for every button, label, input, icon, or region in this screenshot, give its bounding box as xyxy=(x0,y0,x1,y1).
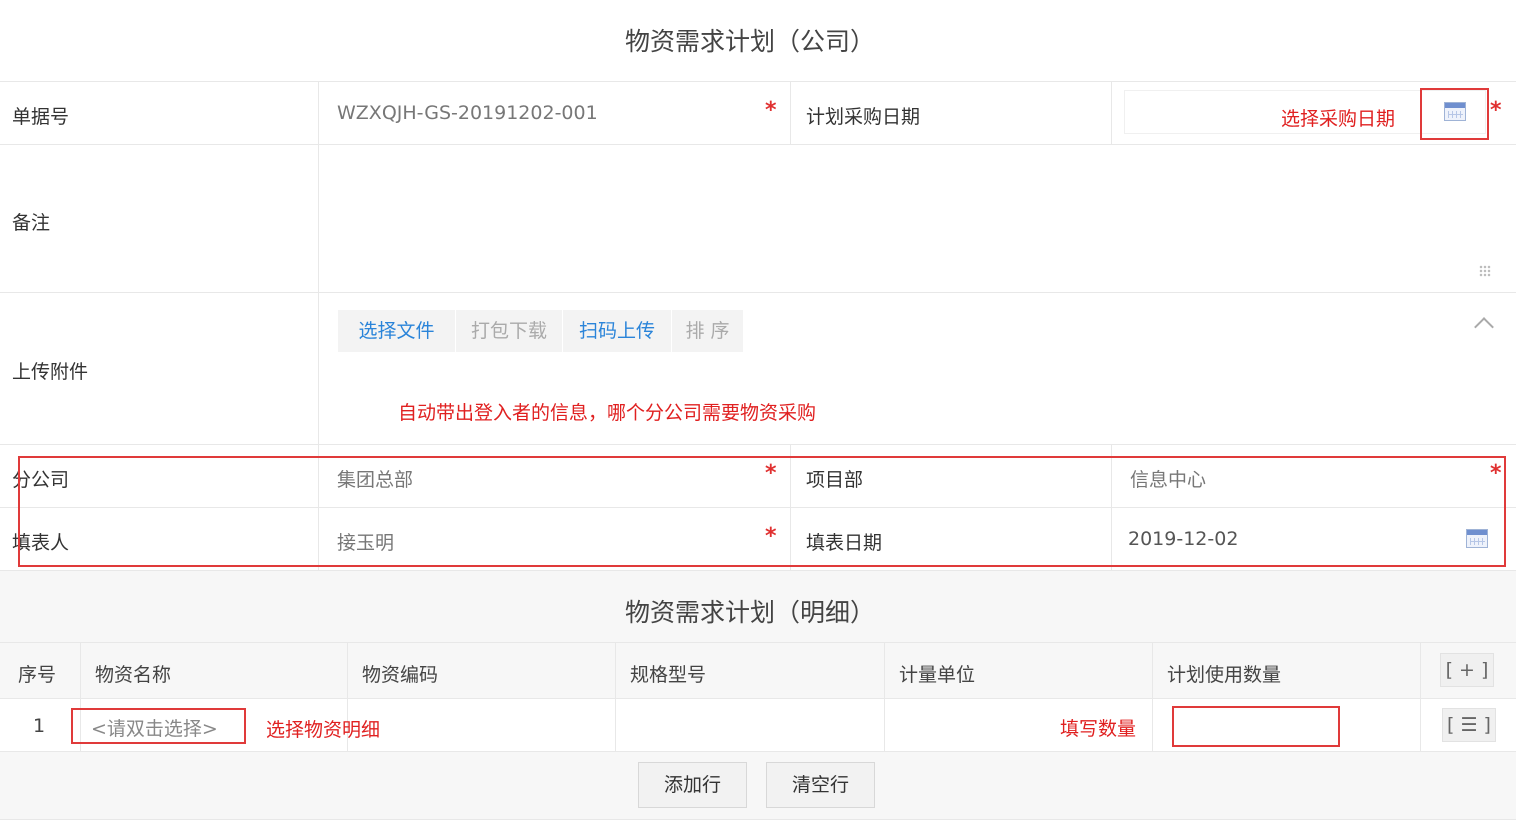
col-header-code-cell: 物资编码 xyxy=(347,643,616,698)
detail-title: 物资需求计划（明细） xyxy=(624,598,875,627)
select-file-button[interactable]: 选择文件 xyxy=(338,310,455,352)
required-mark: * xyxy=(765,98,777,123)
scan-upload-button[interactable]: 扫码上传 xyxy=(563,310,671,352)
purchase-date-cell: 选择采购日期 * xyxy=(1111,82,1516,144)
qty-input[interactable] xyxy=(1172,706,1340,747)
remark-textarea[interactable] xyxy=(318,145,1516,292)
attachment-label: 上传附件 xyxy=(12,361,89,383)
sort-button[interactable]: 排 序 xyxy=(672,310,743,352)
remark-label: 备注 xyxy=(12,212,51,234)
annotation-select-item: 选择物资明细 xyxy=(266,719,381,741)
col-header-spec-cell: 规格型号 xyxy=(615,643,885,698)
row-menu-button[interactable]: [ ☰ ] xyxy=(1442,708,1496,742)
doc-no-cell: WZXQJH-GS-20191202-001 * xyxy=(318,82,790,144)
row-remark: 备注 xyxy=(0,145,1516,293)
col-header-spec: 规格型号 xyxy=(630,664,707,686)
doc-no-value: WZXQJH-GS-20191202-001 xyxy=(337,102,598,124)
col-header-qty: 计划使用数量 xyxy=(1167,664,1282,686)
annotation-box-auto-info xyxy=(18,456,1506,567)
detail-table-header: 序号 物资名称 物资编码 规格型号 计量单位 计划使用数量 [ + ] xyxy=(0,643,1516,699)
add-row-button[interactable]: 添加行 xyxy=(638,762,747,808)
item-spec-cell xyxy=(615,699,885,751)
col-header-name: 物资名称 xyxy=(95,664,172,686)
annotation-auto-info: 自动带出登入者的信息，哪个分公司需要物资采购 xyxy=(398,402,817,424)
row-no: 1 xyxy=(33,715,46,737)
annotation-select-date: 选择采购日期 xyxy=(1281,108,1396,130)
required-mark: * xyxy=(1490,98,1502,123)
add-column-button[interactable]: [ + ] xyxy=(1440,653,1494,687)
col-header-unit: 计量单位 xyxy=(899,664,976,686)
package-download-button[interactable]: 打包下载 xyxy=(456,310,562,352)
detail-table-footer: 添加行 清空行 xyxy=(0,752,1516,820)
annotation-fill-qty: 填写数量 xyxy=(1060,718,1137,740)
form-title: 物资需求计划（公司） xyxy=(624,27,875,56)
clear-rows-button[interactable]: 清空行 xyxy=(766,762,875,808)
item-code-cell xyxy=(347,699,616,751)
doc-no-label: 单据号 xyxy=(12,106,70,128)
row-ops-cell: [ ☰ ] xyxy=(1420,699,1516,751)
purchase-date-label: 计划采购日期 xyxy=(806,106,921,128)
col-header-code: 物资编码 xyxy=(362,664,439,686)
resize-grip-icon[interactable] xyxy=(1479,265,1491,277)
purchase-date-label-cell: 计划采购日期 xyxy=(790,82,1112,144)
row-doc-no: 单据号 WZXQJH-GS-20191202-001 * 计划采购日期 选择采购… xyxy=(0,82,1516,145)
col-header-no: 序号 xyxy=(18,664,57,686)
form-header: 物资需求计划（公司） xyxy=(0,0,1516,82)
col-header-name-cell: 物资名称 xyxy=(80,643,348,698)
detail-header: 物资需求计划（明细） xyxy=(0,571,1516,643)
annotation-box-item xyxy=(71,708,246,744)
col-header-ops-cell: [ + ] xyxy=(1420,643,1516,698)
chevron-up-icon[interactable] xyxy=(1474,317,1494,337)
col-header-unit-cell: 计量单位 xyxy=(884,643,1153,698)
col-header-qty-cell: 计划使用数量 xyxy=(1152,643,1421,698)
calendar-icon[interactable] xyxy=(1444,102,1466,121)
